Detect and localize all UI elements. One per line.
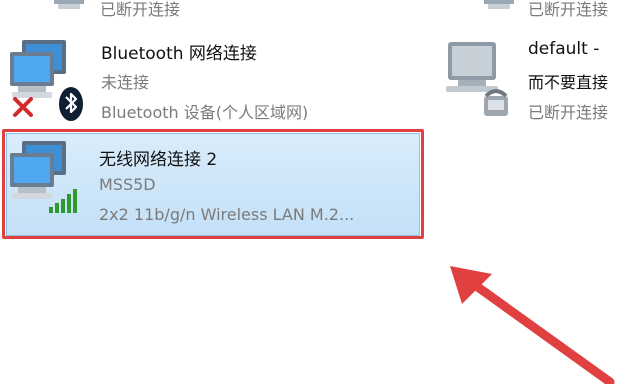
network-computer-icon — [54, 0, 84, 9]
dialup-phone-icon — [484, 89, 508, 116]
top-left-status: 已断开连接 — [100, 0, 181, 19]
network-computer-icon — [484, 0, 514, 9]
bluetooth-connection-item[interactable]: Bluetooth 网络连接 未连接 Bluetooth 设备(个人区域网) — [0, 30, 420, 130]
bluetooth-connection-name: Bluetooth 网络连接 — [101, 44, 257, 64]
default-connection-status: 而不要直接 — [528, 73, 609, 92]
default-connection-state: 已断开连接 — [528, 103, 609, 122]
red-arrow-annotation — [450, 266, 615, 384]
bluetooth-device-name: Bluetooth 设备(个人区域网) — [101, 103, 309, 122]
top-right-status: 已断开连接 — [528, 0, 609, 19]
default-connection-item[interactable]: default - 而不要直接 已断开连接 — [432, 30, 620, 130]
default-connection-name: default - — [528, 39, 600, 59]
red-highlight-frame — [2, 129, 424, 239]
bluetooth-connection-status: 未连接 — [101, 73, 150, 92]
bluetooth-icon — [59, 87, 83, 121]
network-connections-window: 已断开连接 已断开连接 Bluetooth 网络连接 未连接 Bluetooth… — [0, 0, 620, 384]
top-right-connection-partial[interactable]: 已断开连接 — [470, 0, 620, 20]
red-x-icon — [13, 97, 33, 117]
top-left-connection-partial[interactable]: 已断开连接 — [0, 0, 420, 20]
